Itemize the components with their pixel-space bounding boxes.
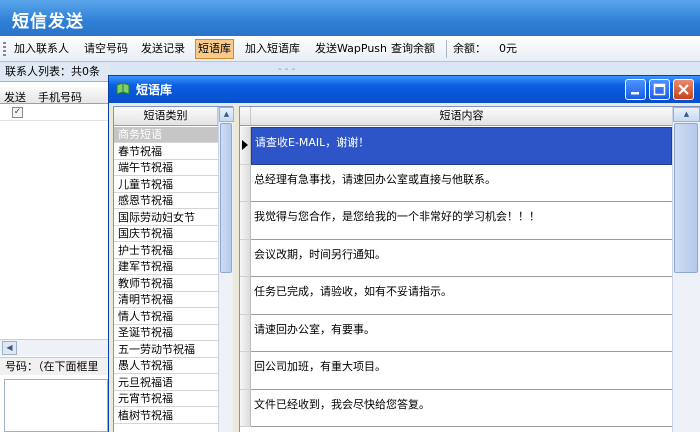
send-history-button[interactable]: 发送记录 [139,39,187,59]
main-titlebar: 短信发送 [0,0,700,36]
balance-value: 0元 [499,42,517,55]
close-icon [678,84,689,95]
clear-numbers-button[interactable]: 请空号码 [82,39,130,59]
category-item[interactable]: 国庆节祝福 [114,226,218,242]
contact-hscroll[interactable]: ◀ [0,339,110,356]
category-header[interactable]: 短语类别 [114,107,218,126]
category-item[interactable]: 圣诞节祝福 [114,325,218,341]
phrase-library-dialog: 短语库 短语类别 商务短语 春节祝福 端午节祝福 儿童节祝福 感恩节祝福 国际劳动妇女节国… [108,75,700,432]
scroll-thumb[interactable] [674,123,698,273]
contact-panel: 联系人列表：共0条 发送 手机号码 ✓ ◀ 号码：（在下面框里 [0,63,110,432]
category-item[interactable]: 教师节祝福 [114,276,218,292]
row-indicator[interactable] [240,277,251,315]
category-item[interactable]: 情人节祝福 [114,309,218,325]
background-text: - - - [278,64,296,75]
toolbar-grip[interactable] [3,42,6,56]
col-phone[interactable]: 手机号码 [38,89,82,105]
category-item[interactable]: 国际劳动妇女节 [114,210,218,226]
toolbar-separator [446,40,447,58]
col-send[interactable]: 发送 [4,89,26,105]
phrase-row[interactable]: 文件已经收到，我会尽快给您答复。 [251,390,672,427]
number-hint: 号码：（在下面框里 [0,357,110,375]
category-item[interactable]: 清明节祝福 [114,292,218,308]
phrase-row[interactable]: 回公司加班，有重大项目。 [251,352,672,390]
category-item[interactable]: 元旦祝福语 [114,375,218,391]
scroll-up-icon[interactable]: ▲ [673,107,700,122]
number-textbox[interactable] [4,379,108,432]
phrase-row[interactable]: 总经理有急事找，请速回办公室或直接与他联系。 [251,165,672,202]
row-indicator-header [240,107,251,126]
row-indicator[interactable] [240,164,251,202]
category-item[interactable]: 感恩节祝福 [114,193,218,209]
window-title: 短信发送 [12,12,84,32]
row-indicator[interactable] [240,389,251,427]
category-grid: 短语类别 商务短语 春节祝福 端午节祝福 儿童节祝福 感恩节祝福 国际劳动妇女节 国庆节祝福… [113,106,234,432]
phrase-scrollbar[interactable]: ▲ [672,107,700,432]
add-contact-button[interactable]: 加入联系人 [12,39,71,59]
phrase-row[interactable]: 请查收E-MAIL，谢谢！ [251,127,672,165]
row-indicator[interactable] [240,239,251,277]
scroll-up-icon[interactable]: ▲ [219,107,234,122]
phrase-row[interactable]: 会议改期，时间另行通知。 [251,240,672,277]
contact-grid-header: 发送 手机号码 [0,87,110,104]
maximize-button[interactable] [649,79,670,100]
scroll-left-icon[interactable]: ◀ [2,341,17,355]
row-indicator[interactable] [240,202,251,240]
phrase-row[interactable]: 我觉得与您合作，是您给我的一个非常好的学习机会！！！ [251,202,672,240]
check-balance-button[interactable]: 查询余额 [389,39,437,59]
scroll-thumb[interactable] [220,123,232,273]
send-checkbox[interactable]: ✓ [12,107,23,118]
category-item[interactable]: 春节祝福 [114,144,218,160]
category-item[interactable]: 建军节祝福 [114,259,218,275]
balance-label: 余额： [453,42,486,55]
content-header[interactable]: 短语内容 [251,107,672,126]
category-item[interactable]: 端午节祝福 [114,160,218,176]
category-item[interactable]: 愚人节祝福 [114,358,218,374]
send-wappush-button[interactable]: 发送WapPush [313,39,389,59]
category-item[interactable]: 元宵节祝福 [114,391,218,407]
category-item[interactable]: 护士节祝福 [114,243,218,259]
category-item[interactable]: 儿童节祝福 [114,177,218,193]
book-icon [116,82,130,95]
category-item[interactable]: 商务短语 [114,127,218,143]
dialog-title: 短语库 [136,83,173,97]
row-indicator[interactable] [240,352,251,390]
category-scrollbar[interactable]: ▲ [218,107,234,432]
toolbar: 加入联系人 请空号码 发送记录 短语库 加入短语库 发送WapPush 查询余额… [0,36,700,62]
phrase-row[interactable]: 请速回办公室，有要事。 [251,315,672,352]
row-indicator[interactable] [240,314,251,352]
phrase-library-button[interactable]: 短语库 [195,39,234,59]
row-indicator[interactable] [240,127,251,165]
contact-row[interactable]: ✓ [0,104,110,121]
contact-list-label: 联系人列表：共0条 [0,63,110,82]
dialog-titlebar[interactable]: 短语库 [109,76,700,103]
phrase-grid: 短语内容 请查收E-MAIL，谢谢！ 总经理有急事找，请速回办公室或直接与他联系。… [239,106,700,432]
phrase-row[interactable]: 任务已完成，请验收，如有不妥请指示。 [251,277,672,315]
current-row-arrow-icon [242,140,248,150]
minimize-icon [631,92,639,95]
maximize-icon [653,83,666,96]
minimize-button[interactable] [625,79,646,100]
category-item[interactable]: 五一劳动节祝福 [114,342,218,358]
add-to-phrase-library-button[interactable]: 加入短语库 [243,39,302,59]
category-item[interactable]: 植树节祝福 [114,408,218,424]
close-button[interactable] [673,79,694,100]
